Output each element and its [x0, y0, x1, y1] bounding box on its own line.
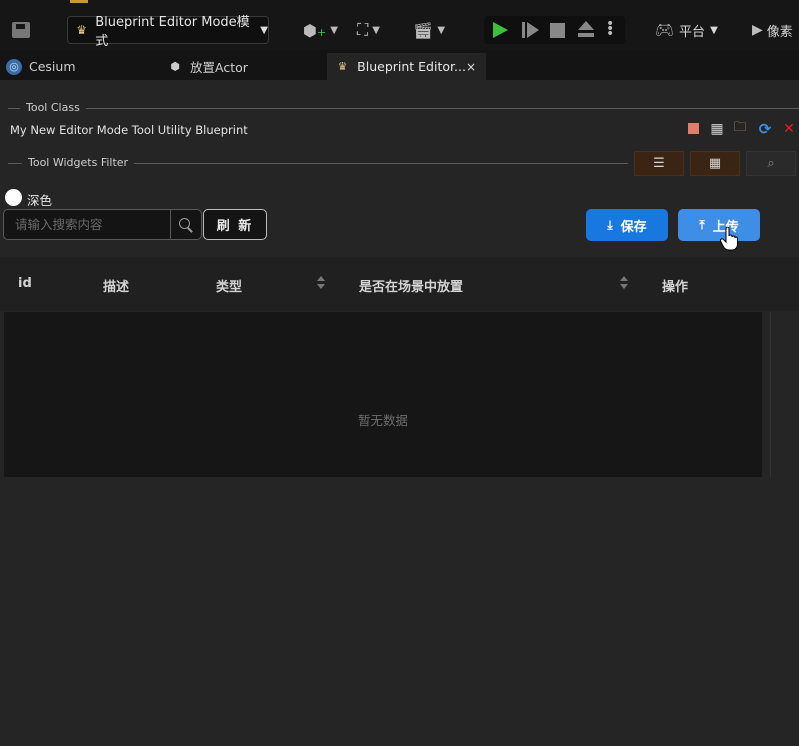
add-actor-button[interactable]: ⬢+ ▼ [303, 16, 338, 44]
hand-cursor-icon [720, 227, 738, 251]
download-icon: ⤓ [607, 217, 613, 232]
step-forward-icon[interactable] [522, 22, 540, 38]
tab-label: Blueprint Editor... [357, 59, 466, 74]
save-label: 保存 [620, 219, 647, 235]
refresh-icon[interactable]: ⟳ [758, 120, 772, 138]
save-icon[interactable] [12, 22, 30, 38]
gamepad-icon: 🎮︎ [655, 21, 675, 39]
chevron-down-icon: ▼ [330, 24, 338, 36]
play-icon[interactable] [493, 22, 508, 38]
unreal-logo-icon: ♛ [337, 60, 348, 73]
eject-icon[interactable] [577, 21, 595, 39]
search-field[interactable] [3, 209, 171, 240]
blueprint-filter-icon: ▦ [708, 156, 722, 171]
editor-mode-label: Blueprint Editor Mode模式 [95, 15, 250, 49]
chevron-down-icon: ▼ [710, 24, 718, 36]
more-options-icon[interactable]: • • • [606, 17, 614, 41]
column-header-actions: 操作 [662, 280, 689, 295]
filter-search-button[interactable]: ⌕ [746, 151, 796, 176]
tab-label: 放置Actor [190, 60, 248, 75]
sort-icon[interactable] [620, 276, 628, 290]
section-divider [8, 108, 799, 109]
close-icon[interactable]: × [466, 60, 476, 74]
search-button[interactable] [170, 209, 202, 240]
stop-tool-icon[interactable] [688, 123, 699, 134]
stop-icon[interactable] [550, 23, 565, 38]
cinematics-button[interactable]: 🎬︎ ▼ [413, 16, 445, 44]
dark-mode-label: 深色 [27, 193, 53, 208]
cube-add-icon: ⬢+ [303, 20, 327, 40]
column-header-placed-in-scene[interactable]: 是否在场景中放置 [359, 276, 463, 295]
grid-icon[interactable]: ▦ [710, 121, 724, 137]
unreal-logo-icon: ♛ [76, 23, 87, 37]
folder-search-icon[interactable]: 🗀︎ [733, 120, 747, 136]
platform-dropdown[interactable]: 🎮︎ 平台 ▼ [655, 16, 718, 44]
tool-class-label: Tool Class [20, 101, 86, 114]
refresh-button[interactable]: 刷 新 [203, 209, 267, 240]
close-icon[interactable]: ✕ [782, 121, 796, 137]
filter-blueprint-button[interactable]: ▦ [690, 151, 740, 176]
column-header-id[interactable]: id [18, 276, 32, 291]
platform-label: 平台 [679, 24, 706, 40]
upload-button[interactable]: ⤒ 上传 [678, 209, 760, 241]
save-button[interactable]: ⤓ 保存 [586, 209, 668, 241]
search-input[interactable] [4, 210, 170, 239]
tab-blueprint-editor[interactable]: ♛ Blueprint Editor... × [327, 53, 486, 80]
cesium-icon: ◎ [6, 58, 22, 75]
sort-icon[interactable] [317, 276, 325, 290]
chevron-down-icon: ▼ [372, 24, 380, 36]
clapperboard-icon: 🎬︎ [413, 20, 434, 40]
column-header-description[interactable]: 描述 [103, 276, 129, 295]
list-filter-icon: ☰ [653, 156, 665, 171]
search-icon [179, 217, 193, 233]
table-body [4, 312, 762, 477]
empty-state-text: 暂无数据 [357, 413, 408, 428]
tab-label: Cesium [29, 59, 76, 74]
scrollbar-track[interactable] [770, 312, 771, 477]
chevron-down-icon: ▼ [260, 24, 268, 36]
chevron-down-icon: ▼ [437, 24, 446, 36]
filter-list-button[interactable]: ☰ [634, 151, 684, 176]
tab-cesium[interactable]: ◎ Cesium [6, 53, 76, 80]
upload-icon: ⤒ [699, 217, 705, 232]
column-header-type[interactable]: 类型 [216, 276, 242, 295]
pixel-streaming-button[interactable]: ▶ 像素 [752, 16, 793, 44]
dark-mode-radio[interactable] [5, 189, 22, 206]
tab-place-actor[interactable]: ⬢ 放置Actor [167, 53, 248, 80]
pixel-streaming-icon: ▶ [752, 22, 763, 38]
tool-widgets-filter-label: Tool Widgets Filter [22, 156, 135, 169]
blueprint-button[interactable]: ⛶ ▼ [357, 16, 380, 44]
editor-mode-dropdown[interactable]: ♛ Blueprint Editor Mode模式 ▼ [67, 15, 269, 49]
toolbar-accent [70, 0, 88, 3]
place-actor-icon: ⬢ [170, 60, 180, 73]
search-icon: ⌕ [767, 156, 775, 171]
pixel-label: 像素 [766, 24, 793, 40]
blueprint-graph-icon: ⛶ [357, 20, 369, 39]
tool-class-name: My New Editor Mode Tool Utility Blueprin… [10, 123, 248, 137]
